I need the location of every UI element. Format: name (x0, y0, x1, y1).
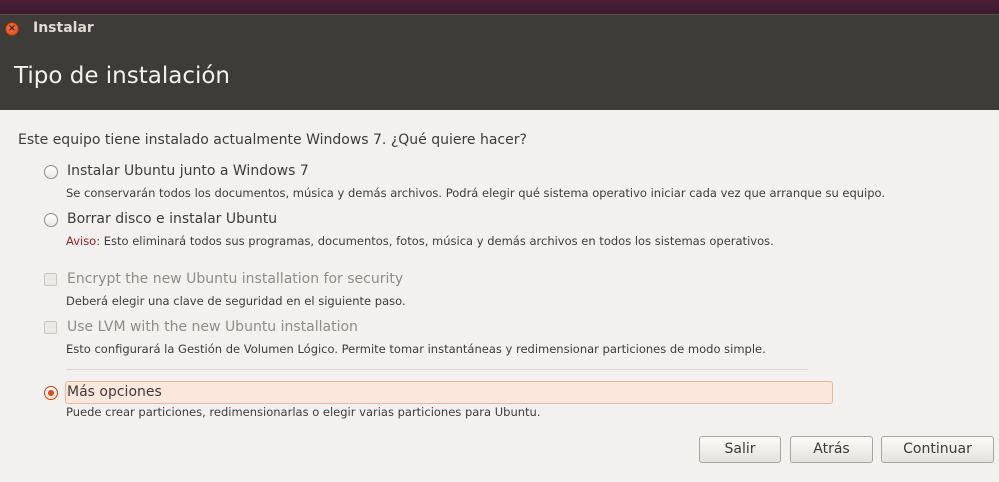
page-header: Tipo de instalación (0, 43, 999, 110)
radio-erase-disk[interactable] (44, 213, 58, 227)
quit-button[interactable]: Salir (699, 436, 781, 463)
radio-more-options[interactable] (44, 386, 58, 400)
option-label: Encrypt the new Ubuntu installation for … (67, 271, 404, 287)
option-label[interactable]: Borrar disco e instalar Ubuntu (67, 211, 277, 227)
option-description: Esto configurará la Gestión de Volumen L… (66, 342, 766, 356)
page-title: Tipo de instalación (14, 63, 231, 89)
desktop-top-strip (0, 0, 999, 14)
install-question: Este equipo tiene instalado actualmente … (18, 132, 527, 148)
continue-button[interactable]: Continuar (881, 436, 994, 463)
radio-install-alongside[interactable] (44, 165, 58, 179)
checkbox-encrypt (44, 273, 57, 286)
option-description: Aviso: Esto eliminará todos sus programa… (66, 234, 774, 248)
option-label[interactable]: Más opciones (67, 384, 162, 400)
window-title: Instalar (33, 20, 94, 36)
warning-text: Esto eliminará todos sus programas, docu… (100, 234, 774, 248)
option-description: Puede crear particiones, redimensionarla… (66, 405, 541, 419)
divider (66, 369, 808, 370)
option-description: Se conservarán todos los documentos, mús… (66, 186, 886, 200)
option-label[interactable]: Instalar Ubuntu junto a Windows 7 (67, 163, 309, 179)
warning-label: Aviso: (66, 234, 101, 248)
back-button[interactable]: Atrás (790, 436, 873, 463)
checkbox-lvm (44, 321, 57, 334)
close-icon[interactable]: × (5, 22, 19, 36)
selected-option-highlight (65, 381, 833, 404)
option-description: Deberá elegir una clave de seguridad en … (66, 294, 406, 308)
window-titlebar: × Instalar (0, 14, 999, 43)
option-label: Use LVM with the new Ubuntu installation (67, 319, 358, 335)
